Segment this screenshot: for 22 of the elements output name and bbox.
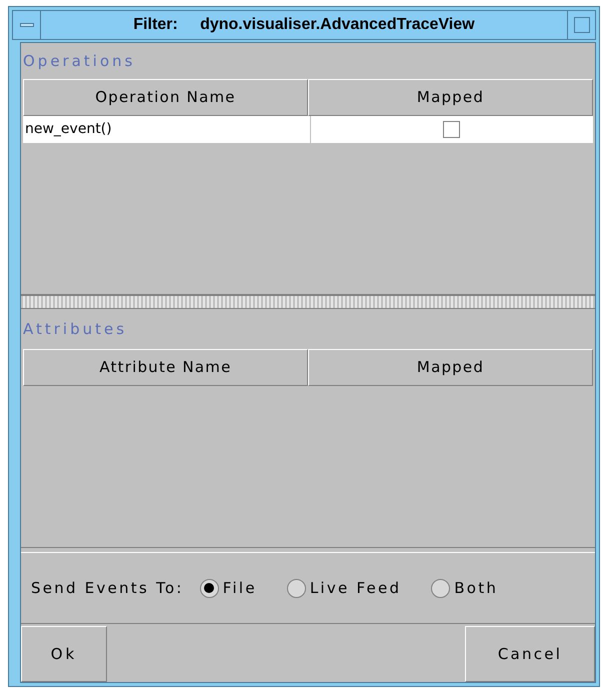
column-header[interactable]: Attribute Name — [23, 349, 308, 386]
section-label: Attributes — [22, 318, 128, 340]
minus-icon — [20, 23, 34, 27]
send-events-label: Send Events To: — [31, 578, 184, 599]
column-header[interactable]: Mapped — [308, 349, 593, 386]
window-title: Filter: dyno.visualiser.AdvancedTraceView — [132, 15, 476, 35]
section-label: Operations — [22, 50, 136, 72]
square-icon — [574, 17, 590, 33]
cancel-button[interactable]: Cancel — [465, 626, 595, 682]
ok-button[interactable]: Ok — [21, 626, 107, 682]
radio-button[interactable] — [200, 578, 219, 598]
radio-label: Both — [454, 578, 498, 599]
radio-button[interactable] — [286, 578, 306, 598]
column-header[interactable]: Mapped — [308, 79, 593, 116]
table-cell: new_event() — [23, 116, 310, 143]
radio-button[interactable] — [431, 578, 450, 598]
radio-label: File — [222, 578, 257, 599]
splitter[interactable] — [21, 295, 595, 309]
column-header[interactable]: Operation Name — [23, 79, 308, 116]
checkbox[interactable] — [443, 121, 460, 138]
title-bar[interactable]: Filter: dyno.visualiser.AdvancedTraceView — [12, 10, 596, 40]
radio-label: Live Feed — [310, 578, 402, 599]
